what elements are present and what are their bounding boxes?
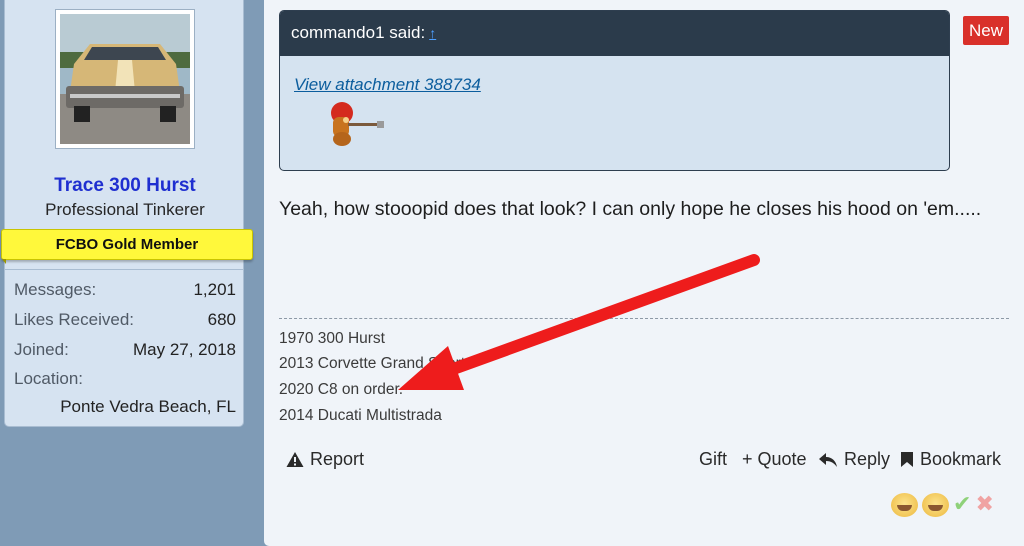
reply-label: Reply xyxy=(844,449,891,469)
member-banner: FCBO Gold Member xyxy=(1,229,253,264)
signature-divider xyxy=(279,318,1009,319)
laugh-emoji-icon[interactable] xyxy=(891,493,918,517)
quote-jump-link[interactable]: ↑ xyxy=(429,25,436,41)
reply-button[interactable]: Reply xyxy=(818,449,890,470)
gift-label: Gift xyxy=(699,449,728,469)
quote-author: commando1 said: xyxy=(291,23,426,42)
stat-value: 680 xyxy=(207,310,236,329)
stat-messages: Messages: 1,201 xyxy=(14,280,236,304)
quote-label: + Quote xyxy=(742,449,807,469)
quote-header: commando1 said: ↑ xyxy=(280,11,949,56)
new-badge: New xyxy=(963,16,1009,45)
check-icon[interactable]: ✔ xyxy=(953,493,971,517)
stat-label: Joined: xyxy=(14,340,69,359)
bookmark-label: Bookmark xyxy=(920,449,1002,469)
warning-icon xyxy=(286,452,304,467)
avatar-car-image xyxy=(60,14,190,144)
stat-label: Location: xyxy=(14,369,83,388)
post-text: Yeah, how stooopid does that look? I can… xyxy=(279,198,982,220)
quote-button[interactable]: + Quote xyxy=(742,449,807,470)
signature-line: 1970 300 Hurst xyxy=(279,330,385,347)
animated-gif-image xyxy=(331,102,384,146)
message-body: commando1 said: ↑ View attachment 388734 … xyxy=(264,0,1024,546)
x-icon[interactable]: ✖ xyxy=(975,493,993,517)
quote-block: commando1 said: ↑ View attachment 388734 xyxy=(279,10,950,171)
bookmark-icon xyxy=(901,452,913,467)
user-title: Professional Tinkerer xyxy=(45,200,205,219)
signature-line: 2014 Ducati Multistrada xyxy=(279,407,442,424)
stat-location-label: Location: xyxy=(14,369,236,393)
avatar[interactable] xyxy=(55,9,195,149)
reactions-bar: ✔ ✖ xyxy=(891,492,994,518)
reply-icon xyxy=(819,452,837,467)
stat-label: Likes Received: xyxy=(14,310,135,329)
stat-value: May 27, 2018 xyxy=(132,340,236,359)
report-button[interactable]: Report xyxy=(286,449,364,470)
stat-joined: Joined: May 27, 2018 xyxy=(14,340,236,364)
stat-label: Messages: xyxy=(14,280,97,299)
user-info-panel: Trace 300 Hurst Professional Tinkerer FC… xyxy=(1,0,253,427)
username[interactable]: Trace 300 Hurst xyxy=(5,175,245,197)
stat-likes-received: Likes Received: 680 xyxy=(14,310,236,334)
signature-line: 2013 Corvette Grand Sport xyxy=(279,355,466,372)
laugh-emoji-icon[interactable] xyxy=(922,493,949,517)
signature-line: 2020 C8 on order. xyxy=(279,381,404,398)
stats-divider xyxy=(5,269,243,270)
report-label: Report xyxy=(310,449,365,469)
gift-button[interactable]: Gift xyxy=(699,449,727,470)
attachment-link[interactable]: View attachment 388734 xyxy=(294,75,481,95)
stat-location-value: Ponte Vedra Beach, FL xyxy=(60,397,236,416)
stat-value: 1,201 xyxy=(193,280,236,299)
bookmark-button[interactable]: Bookmark xyxy=(900,449,1001,470)
